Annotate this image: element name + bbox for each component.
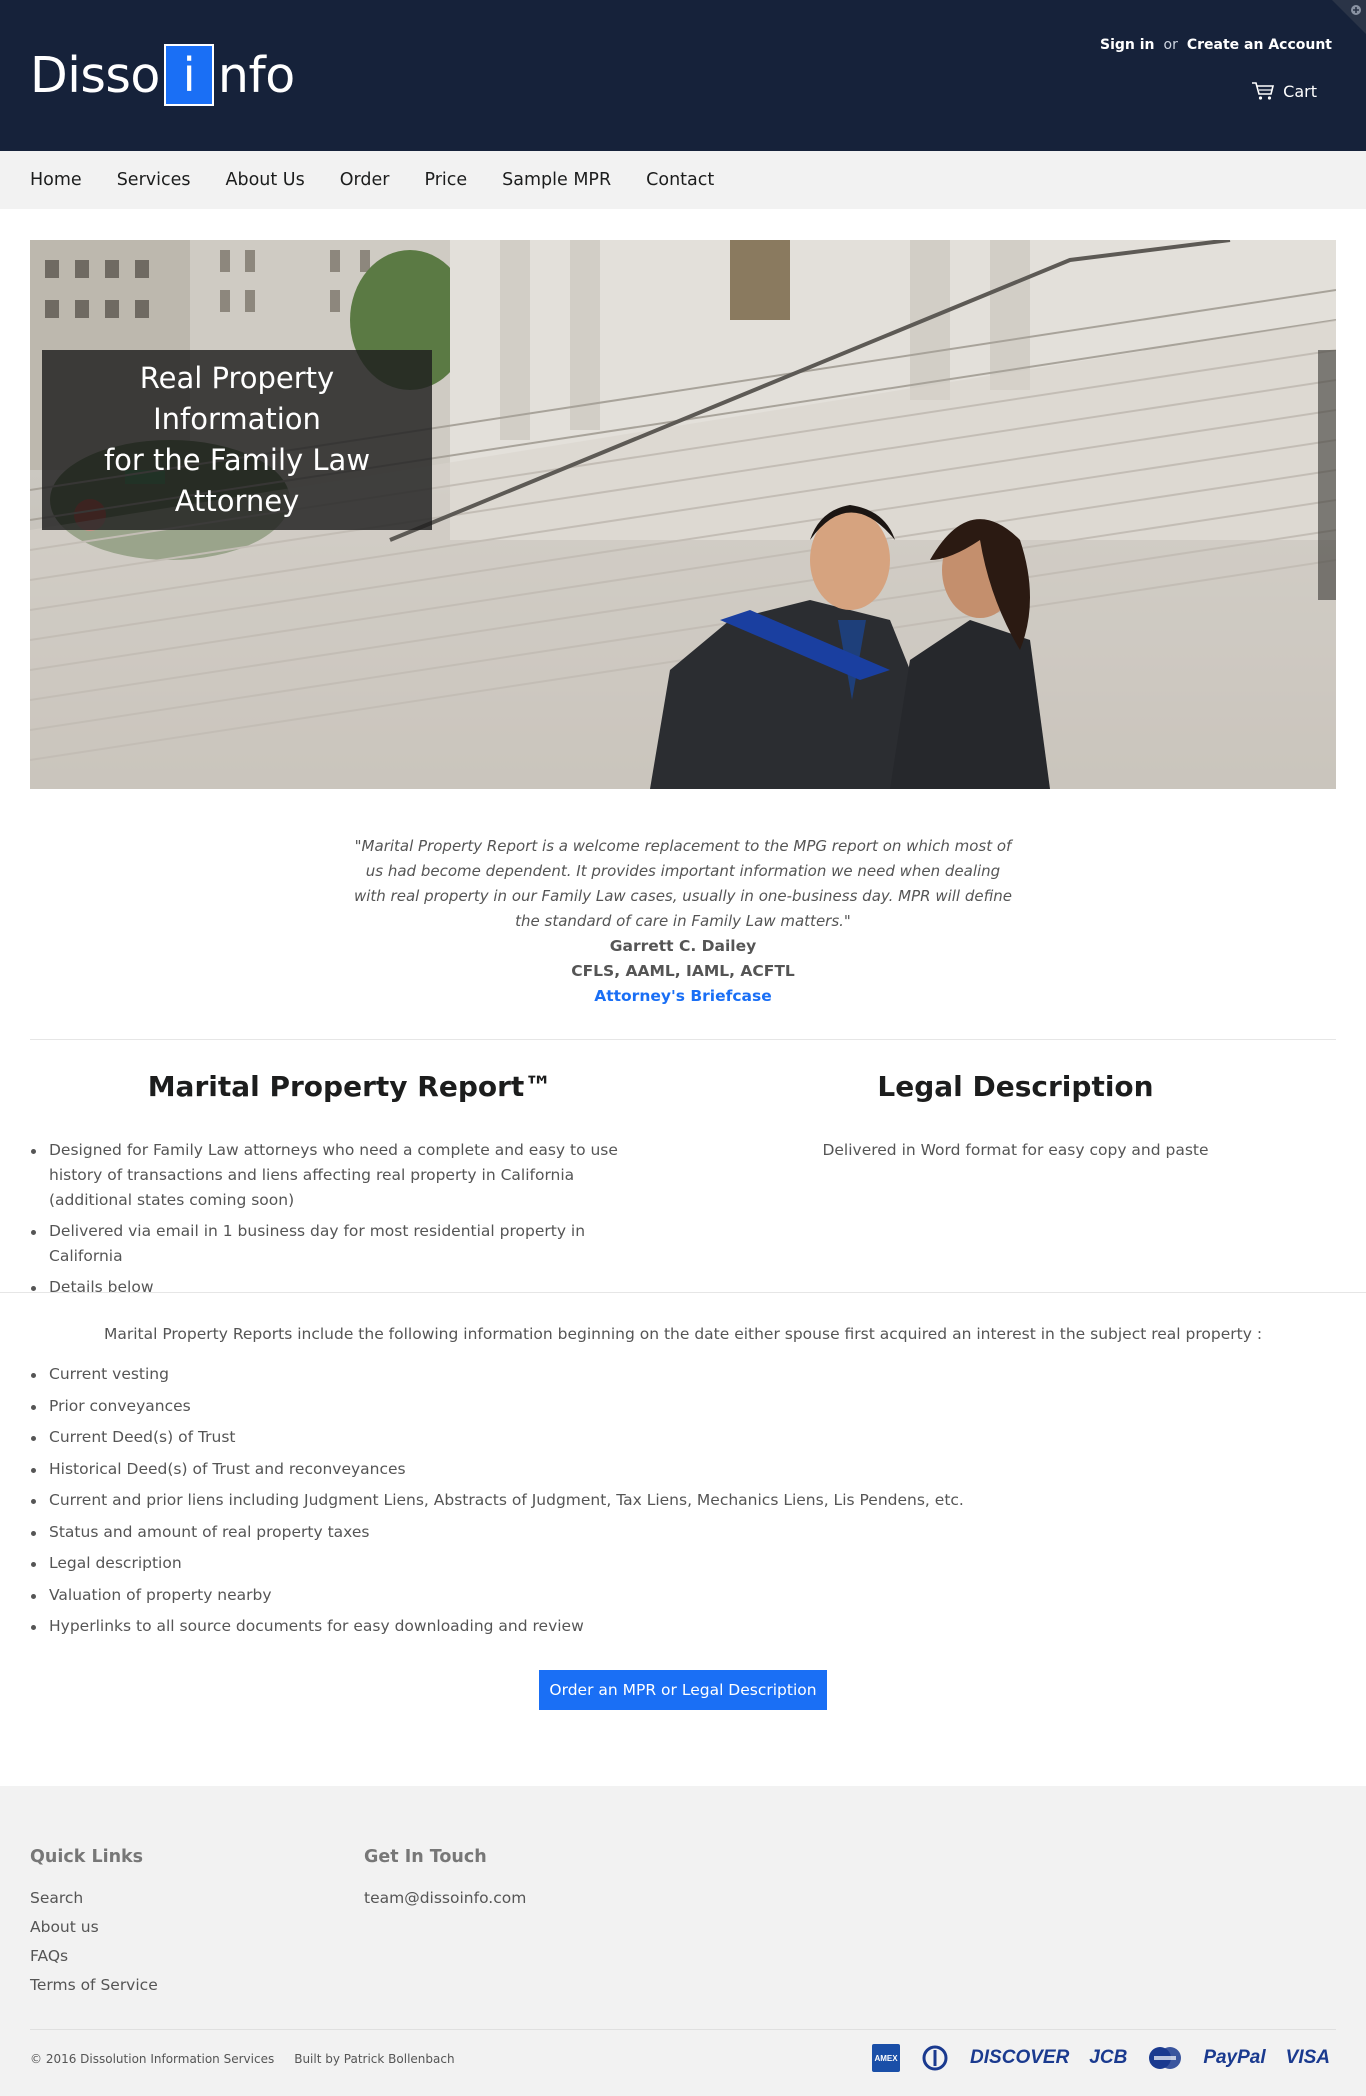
- main-nav: Home Services About Us Order Price Sampl…: [0, 151, 1366, 209]
- order-button[interactable]: Order an MPR or Legal Description: [539, 1670, 827, 1710]
- nav-item-order[interactable]: Order: [340, 170, 390, 190]
- discover-icon: DISCOVER: [970, 2047, 1070, 2068]
- footer-link-about-us[interactable]: About us: [30, 1917, 158, 1946]
- mastercard-icon: [1149, 2047, 1182, 2069]
- footer-quick-links-title: Quick Links: [30, 1847, 144, 1867]
- hero-slide[interactable]: Real Property Information for the Family…: [30, 240, 1336, 789]
- or-separator: or: [1163, 37, 1178, 53]
- list-item: Details below: [30, 1275, 650, 1300]
- includes-intro: Marital Property Reports include the fol…: [103, 1325, 1263, 1343]
- testimonial-author: Garrett C. Dailey: [609, 937, 757, 955]
- testimonial: "Marital Property Report is a welcome re…: [350, 834, 1016, 1009]
- nav-item-price[interactable]: Price: [424, 170, 467, 190]
- list-item: Historical Deed(s) of Trust and reconvey…: [30, 1457, 1336, 1482]
- testimonial-credentials: CFLS, AAML, IAML, ACFTL: [571, 962, 795, 980]
- cart-label: Cart: [1283, 81, 1317, 101]
- list-item: Current vesting: [30, 1362, 1336, 1387]
- list-item: Designed for Family Law attorneys who ne…: [30, 1138, 650, 1213]
- cart-link[interactable]: Cart: [1251, 81, 1317, 101]
- footer-link-faqs[interactable]: FAQs: [30, 1946, 158, 1975]
- nav-item-home[interactable]: Home: [30, 170, 82, 190]
- footer-copyright: © 2016 Dissolution Information Services …: [30, 2052, 455, 2066]
- list-item: Status and amount of real property taxes: [30, 1520, 1336, 1545]
- nav-item-contact[interactable]: Contact: [646, 170, 714, 190]
- paypal-icon: PayPal: [1203, 2047, 1266, 2068]
- sign-in-link[interactable]: Sign in: [1100, 37, 1155, 53]
- jcb-icon: JCB: [1089, 2047, 1128, 2068]
- hero-caption: Real Property Information for the Family…: [42, 350, 432, 530]
- nav-item-services[interactable]: Services: [117, 170, 191, 190]
- footer-quick-links: Search About us FAQs Terms of Service: [30, 1888, 158, 2004]
- list-item: Hyperlinks to all source documents for e…: [30, 1614, 1336, 1639]
- visa-icon: VISA: [1285, 2047, 1330, 2068]
- testimonial-source-link[interactable]: Attorney's Briefcase: [350, 984, 1016, 1009]
- footer-divider: [30, 2029, 1336, 2030]
- logo-box: i: [163, 44, 214, 106]
- payment-icons: AMEX DISCOVER JCB PayPal VISA: [872, 2044, 1330, 2072]
- footer-email-link[interactable]: team@dissoinfo.com: [364, 1888, 526, 1908]
- footer-link-terms[interactable]: Terms of Service: [30, 1975, 158, 2004]
- footer-link-search[interactable]: Search: [30, 1888, 158, 1917]
- testimonial-quote: "Marital Property Report is a welcome re…: [353, 837, 1013, 930]
- amex-icon: AMEX: [872, 2044, 901, 2072]
- create-account-link[interactable]: Create an Account: [1187, 37, 1332, 53]
- legal-title: Legal Description: [877, 1070, 1154, 1103]
- includes-list: Current vesting Prior conveyances Curren…: [30, 1362, 1336, 1646]
- divider: [30, 1039, 1336, 1040]
- account-links: Sign in or Create an Account: [1100, 37, 1332, 53]
- mpr-bullet-list: Designed for Family Law attorneys who ne…: [30, 1138, 650, 1306]
- mpr-title: Marital Property Report™: [147, 1070, 553, 1103]
- site-header: Disso i nfo Sign in or Create an Account C…: [0, 0, 1366, 151]
- list-item: Prior conveyances: [30, 1394, 1336, 1419]
- list-item: Delivered via email in 1 business day fo…: [30, 1219, 650, 1269]
- hero-caption-line2: for the Family Law Attorney: [103, 443, 371, 518]
- list-item: Legal description: [30, 1551, 1336, 1576]
- corner-plus-icon[interactable]: [1332, 0, 1366, 34]
- site-logo[interactable]: Disso i nfo: [30, 44, 295, 106]
- hero-caption-line1: Real Property Information: [139, 361, 335, 436]
- copyright-text: © 2016 Dissolution Information Services: [30, 2052, 275, 2066]
- nav-item-sample-mpr[interactable]: Sample MPR: [502, 170, 611, 190]
- logo-text-left: Disso: [30, 46, 160, 104]
- divider: [0, 1292, 1366, 1293]
- list-item: Current and prior liens including Judgme…: [30, 1488, 1336, 1513]
- diners-icon: [922, 2045, 948, 2071]
- list-item: Current Deed(s) of Trust: [30, 1425, 1336, 1450]
- cart-icon: [1252, 82, 1275, 100]
- logo-text-right: nfo: [217, 46, 295, 104]
- legal-text: Delivered in Word format for easy copy a…: [822, 1141, 1209, 1159]
- footer-contact-title: Get In Touch: [364, 1847, 487, 1867]
- built-by-text: Built by Patrick Bollenbach: [294, 2052, 455, 2066]
- list-item: Valuation of property nearby: [30, 1583, 1336, 1608]
- nav-item-about-us[interactable]: About Us: [225, 170, 304, 190]
